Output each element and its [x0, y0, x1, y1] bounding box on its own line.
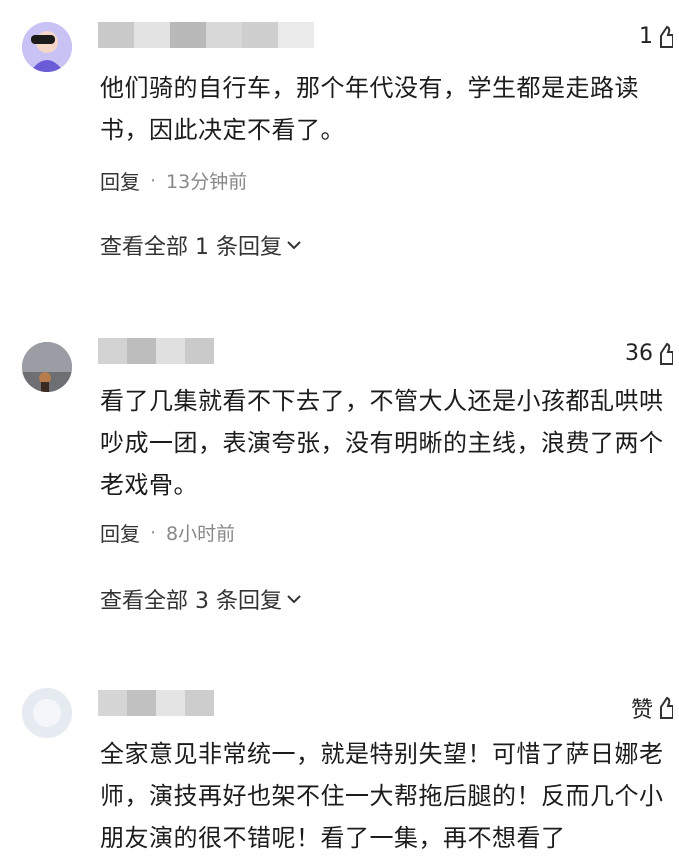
- view-all-replies-link[interactable]: 查看全部 1 条回复: [100, 229, 302, 261]
- timestamp: 13分钟前: [166, 171, 248, 193]
- timestamp: 8小时前: [166, 523, 236, 545]
- reply-button[interactable]: 回复: [100, 518, 140, 547]
- like-count: 36: [625, 341, 653, 366]
- comment-item: 1 他们骑的自行车，那个年代没有，学生都是走路读书，因此决定不看了。 回复 · …: [0, 0, 679, 300]
- separator-dot: ·: [150, 169, 157, 192]
- comment-item: 36 看了几集就看不下去了，不管大人还是小孩都乱哄哄吵成一团，表演夸张，没有明晰…: [0, 320, 679, 660]
- separator-dot: ·: [150, 521, 157, 544]
- avatar[interactable]: [22, 688, 72, 738]
- username-blurred: [98, 338, 214, 364]
- thumbs-up-icon: [660, 342, 673, 365]
- comment-text: 全家意见非常统一，就是特别失望！可惜了萨日娜老师，演技再好也架不住一大帮拖后腿的…: [100, 740, 664, 852]
- avatar-image: [22, 22, 72, 72]
- comment-text: 他们骑的自行车，那个年代没有，学生都是走路读书，因此决定不看了。: [100, 74, 639, 144]
- avatar-image: [22, 688, 72, 738]
- avatar-image: [22, 342, 72, 392]
- thumbs-up-icon: [660, 25, 673, 48]
- reply-button[interactable]: 回复: [100, 166, 140, 195]
- view-all-replies-label: 查看全部 1 条回复: [100, 235, 282, 260]
- avatar[interactable]: [22, 22, 72, 72]
- view-all-replies-link[interactable]: 查看全部 3 条回复: [100, 583, 302, 615]
- comment-meta: 回复 · 13分钟前: [100, 166, 247, 195]
- thumbs-up-icon: [660, 696, 673, 719]
- username-blurred: [98, 22, 314, 48]
- avatar[interactable]: [22, 342, 72, 392]
- like-count: 1: [639, 24, 653, 49]
- like-button[interactable]: 赞: [631, 692, 673, 724]
- chevron-down-icon: [287, 595, 301, 604]
- comment-item: 赞 全家意见非常统一，就是特别失望！可惜了萨日娜老师，演技再好也架不住一大帮拖后…: [0, 670, 679, 855]
- like-label: 赞: [630, 698, 653, 723]
- view-all-replies-label: 查看全部 3 条回复: [100, 589, 282, 614]
- comment-meta: 回复 · 8小时前: [100, 518, 235, 547]
- username-blurred: [98, 690, 214, 716]
- like-button[interactable]: 1: [639, 24, 673, 49]
- chevron-down-icon: [287, 241, 301, 250]
- like-button[interactable]: 36: [625, 341, 673, 366]
- comment-text: 看了几集就看不下去了，不管大人还是小孩都乱哄哄吵成一团，表演夸张，没有明晰的主线…: [100, 387, 664, 499]
